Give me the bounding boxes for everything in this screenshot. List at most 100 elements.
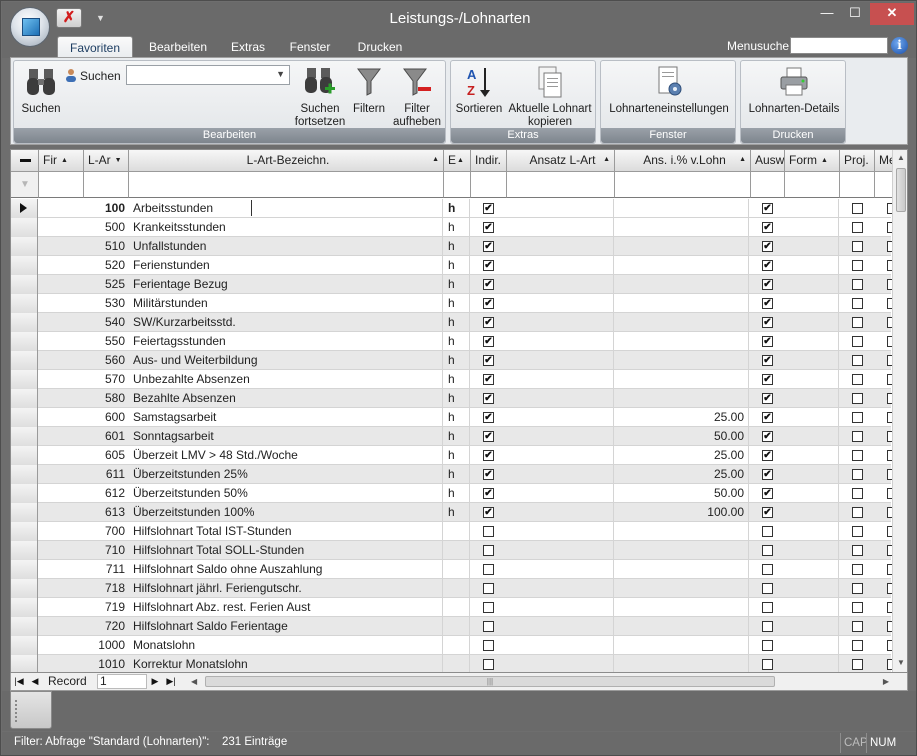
- proj-checkbox[interactable]: [852, 469, 863, 480]
- indir-checkbox[interactable]: [483, 621, 494, 632]
- cell-ansatz[interactable]: [506, 313, 614, 332]
- cell-form[interactable]: [784, 351, 839, 370]
- cell-form[interactable]: [784, 408, 839, 427]
- table-row[interactable]: 550 Feiertagsstunden h ✔ ✔: [11, 332, 898, 351]
- ausw-checkbox[interactable]: [762, 545, 773, 556]
- cell-bezeichnung[interactable]: Hilfslohnart Saldo Ferientage: [129, 617, 443, 636]
- column-header-e[interactable]: E▲: [444, 150, 471, 172]
- ausw-checkbox[interactable]: ✔: [762, 374, 773, 385]
- table-row[interactable]: 530 Militärstunden h ✔ ✔: [11, 294, 898, 313]
- row-selector[interactable]: [11, 313, 38, 332]
- cell-form[interactable]: [784, 199, 839, 218]
- cell-bezeichnung[interactable]: Hilfslohnart Total SOLL-Stunden: [129, 541, 443, 560]
- indir-checkbox[interactable]: ✔: [483, 355, 494, 366]
- cell-lart-number[interactable]: 525: [83, 275, 128, 294]
- indir-checkbox[interactable]: ✔: [483, 298, 494, 309]
- vertical-scrollbar[interactable]: ▲ ▼: [892, 150, 907, 672]
- table-row[interactable]: 605 Überzeit LMV > 48 Std./Woche h 25.00 ✔ ✔: [11, 446, 898, 465]
- indir-checkbox[interactable]: ✔: [483, 203, 494, 214]
- cell-unit[interactable]: h: [444, 503, 470, 522]
- cell-bezeichnung[interactable]: Arbeitsstunden: [129, 199, 443, 218]
- row-selector[interactable]: [11, 522, 38, 541]
- row-selector[interactable]: [11, 408, 38, 427]
- indir-checkbox[interactable]: ✔: [483, 431, 494, 442]
- cell-ans-pct[interactable]: [615, 541, 749, 560]
- proj-checkbox[interactable]: [852, 526, 863, 537]
- cell-bezeichnung[interactable]: Überzeitstunden 50%: [129, 484, 443, 503]
- ausw-checkbox[interactable]: ✔: [762, 393, 773, 404]
- cell-lart-number[interactable]: 613: [83, 503, 128, 522]
- table-row[interactable]: 520 Ferienstunden h ✔ ✔: [11, 256, 898, 275]
- ausw-checkbox[interactable]: [762, 602, 773, 613]
- cell-bezeichnung[interactable]: Hilfslohnart Saldo ohne Auszahlung: [129, 560, 443, 579]
- column-header-ansatz[interactable]: Ansatz L-Art ▲: [507, 150, 615, 172]
- proj-checkbox[interactable]: [852, 241, 863, 252]
- cell-ans-pct[interactable]: [615, 579, 749, 598]
- cell-ans-pct[interactable]: [615, 370, 749, 389]
- cell-form[interactable]: [784, 218, 839, 237]
- horizontal-scrollbar[interactable]: ◀ ||| ▶: [189, 674, 891, 689]
- maximize-button[interactable]: ☐: [842, 3, 868, 25]
- indir-checkbox[interactable]: [483, 526, 494, 537]
- ausw-checkbox[interactable]: ✔: [762, 431, 773, 442]
- table-row[interactable]: 710 Hilfslohnart Total SOLL-Stunden: [11, 541, 898, 560]
- filter-cell-proj[interactable]: [840, 172, 875, 198]
- select-all-corner[interactable]: [11, 150, 39, 172]
- cell-unit[interactable]: h: [444, 256, 470, 275]
- ausw-checkbox[interactable]: ✔: [762, 298, 773, 309]
- table-row[interactable]: 560 Aus- und Weiterbildung h ✔ ✔: [11, 351, 898, 370]
- cell-ansatz[interactable]: [506, 408, 614, 427]
- row-selector[interactable]: [11, 484, 38, 503]
- table-row[interactable]: 1000 Monatslohn: [11, 636, 898, 655]
- proj-checkbox[interactable]: [852, 298, 863, 309]
- table-row[interactable]: 500 Krankeitsstunden h ✔ ✔: [11, 218, 898, 237]
- table-row[interactable]: 540 SW/Kurzarbeitsstd. h ✔ ✔: [11, 313, 898, 332]
- cell-form[interactable]: [784, 560, 839, 579]
- row-selector[interactable]: [11, 351, 38, 370]
- cell-ansatz[interactable]: [506, 237, 614, 256]
- proj-checkbox[interactable]: [852, 260, 863, 271]
- table-row[interactable]: 510 Unfallstunden h ✔ ✔: [11, 237, 898, 256]
- cell-form[interactable]: [784, 655, 839, 672]
- proj-checkbox[interactable]: [852, 222, 863, 233]
- cell-ans-pct[interactable]: [615, 237, 749, 256]
- cell-ans-pct[interactable]: 25.00: [615, 446, 749, 465]
- cell-ans-pct[interactable]: [615, 275, 749, 294]
- cell-lart-number[interactable]: 600: [83, 408, 128, 427]
- indir-checkbox[interactable]: [483, 545, 494, 556]
- table-row[interactable]: 711 Hilfslohnart Saldo ohne Auszahlung: [11, 560, 898, 579]
- cell-ansatz[interactable]: [506, 560, 614, 579]
- table-row[interactable]: 718 Hilfslohnart jährl. Feriengutschr.: [11, 579, 898, 598]
- table-row[interactable]: 613 Überzeitstunden 100% h 100.00 ✔ ✔: [11, 503, 898, 522]
- cell-unit[interactable]: h: [444, 332, 470, 351]
- proj-checkbox[interactable]: [852, 374, 863, 385]
- tab-favoriten[interactable]: Favoriten: [57, 36, 133, 58]
- record-number-input[interactable]: 1: [97, 674, 147, 689]
- sortieren-button[interactable]: A Z Sortieren: [454, 65, 504, 116]
- filter-cell-e[interactable]: [444, 172, 471, 198]
- cell-ansatz[interactable]: [506, 275, 614, 294]
- cell-ans-pct[interactable]: [615, 560, 749, 579]
- cell-ans-pct[interactable]: [615, 522, 749, 541]
- cell-ansatz[interactable]: [506, 598, 614, 617]
- indir-checkbox[interactable]: [483, 659, 494, 670]
- cell-lart-number[interactable]: 1010: [83, 655, 128, 672]
- cell-unit[interactable]: [444, 617, 470, 636]
- indir-checkbox[interactable]: [483, 640, 494, 651]
- proj-checkbox[interactable]: [852, 564, 863, 575]
- lohnarten-details-button[interactable]: Lohnarten-Details: [743, 65, 845, 116]
- cell-bezeichnung[interactable]: Sonntagsarbeit: [129, 427, 443, 446]
- cell-lart-number[interactable]: 1000: [83, 636, 128, 655]
- row-selector[interactable]: [11, 294, 38, 313]
- cell-lart-number[interactable]: 100: [83, 199, 128, 218]
- cell-form[interactable]: [784, 503, 839, 522]
- proj-checkbox[interactable]: [852, 317, 863, 328]
- cell-ans-pct[interactable]: [615, 313, 749, 332]
- table-row[interactable]: 700 Hilfslohnart Total IST-Stunden: [11, 522, 898, 541]
- cell-unit[interactable]: [444, 598, 470, 617]
- proj-checkbox[interactable]: [852, 659, 863, 670]
- proj-checkbox[interactable]: [852, 431, 863, 442]
- next-record-icon[interactable]: ▶: [149, 674, 161, 689]
- cell-unit[interactable]: [444, 522, 470, 541]
- row-selector[interactable]: [11, 579, 38, 598]
